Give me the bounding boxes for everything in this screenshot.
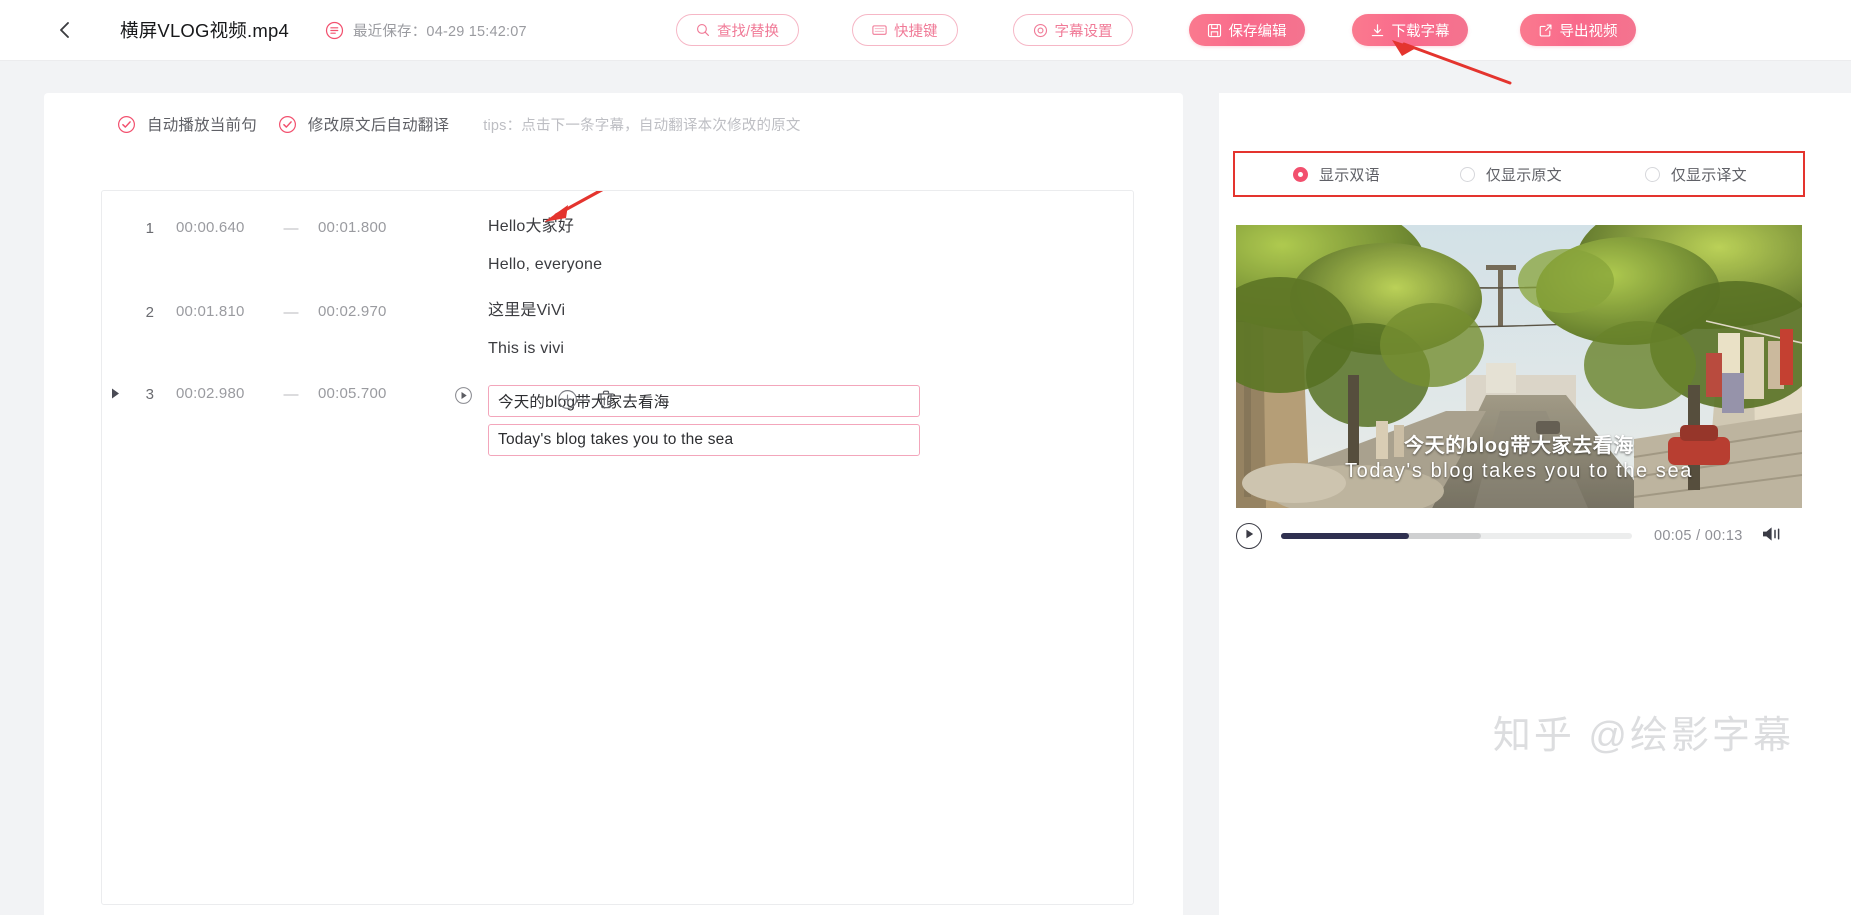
display-mode-translation-only[interactable]: 仅显示译文 <box>1644 164 1747 185</box>
download-subtitle-label: 下载字幕 <box>1391 23 1450 40</box>
player-progress-bar[interactable] <box>1281 533 1632 539</box>
video-preview[interactable]: 今天的blog带大家去看海 Today's blog takes you to … <box>1236 225 1802 508</box>
hotkeys-label: 快捷键 <box>894 23 938 40</box>
row-start-time[interactable]: 00:01.810 <box>154 303 264 320</box>
keyboard-icon <box>872 23 887 37</box>
option-autoplay-current[interactable]: 自动播放当前句 <box>117 113 257 135</box>
row-caret-placeholder <box>102 303 128 305</box>
row-index: 2 <box>145 304 154 321</box>
row-translation-text[interactable]: This is vivi <box>488 341 1133 357</box>
row-start-time[interactable]: 00:00.640 <box>154 219 264 236</box>
app-header: 横屏VLOG视频.mp4 最近保存：04-29 15:42:07 查找/替换 快… <box>0 0 1851 85</box>
radio-unselected-icon <box>1459 166 1475 182</box>
display-mode-bilingual-label: 显示双语 <box>1319 166 1380 184</box>
page-body: 自动播放当前句 修改原文后自动翻译 tips：点击下一条字幕，自动翻译本次修改的… <box>0 61 1851 915</box>
download-subtitle-button[interactable]: 下载字幕 <box>1351 14 1468 46</box>
translation-text-input[interactable]: Today's blog takes you to the sea <box>488 424 920 456</box>
editor-options-row: 自动播放当前句 修改原文后自动翻译 tips：点击下一条字幕，自动翻译本次修改的… <box>44 93 1183 155</box>
target-icon <box>1033 23 1048 38</box>
back-button[interactable] <box>48 13 82 47</box>
last-saved-info: 最近保存：04-29 15:42:07 <box>325 20 527 41</box>
save-edit-label: 保存编辑 <box>1228 23 1287 40</box>
row-end-time[interactable]: 00:01.800 <box>318 219 438 236</box>
table-row-active[interactable]: 3 00:02.980 — 00:05.700 今天的blog带大家去看海 To… <box>102 385 1133 456</box>
play-circle-icon <box>454 386 473 410</box>
download-icon <box>1370 23 1385 38</box>
trash-icon <box>596 389 616 415</box>
video-frame-image <box>1236 225 1802 508</box>
row-original-text[interactable]: 这里是ViVi <box>488 303 1133 319</box>
recent-save-icon <box>325 21 344 40</box>
row-edit-group: 今天的blog带大家去看海 Today's blog takes you to … <box>488 385 1133 456</box>
video-player-controls: 00:05 / 00:13 <box>1236 513 1802 559</box>
original-text-input[interactable]: 今天的blog带大家去看海 <box>488 385 920 417</box>
find-replace-label: 查找/替换 <box>717 23 780 40</box>
row-original-text[interactable]: Hello大家好 <box>488 219 1133 235</box>
display-mode-group: 显示双语 仅显示原文 仅显示译文 <box>1233 151 1805 197</box>
player-volume-button[interactable] <box>1761 525 1783 548</box>
row-play-placeholder <box>438 219 488 220</box>
search-icon <box>696 23 710 37</box>
row-start-time[interactable]: 00:02.980 <box>154 385 264 402</box>
volume-icon <box>1761 525 1783 548</box>
watermark: 知乎 @绘影字幕 <box>1492 715 1794 757</box>
subtitle-settings-button[interactable]: 字幕设置 <box>1012 14 1133 46</box>
check-circle-icon <box>278 115 297 134</box>
display-mode-translation-only-label: 仅显示译文 <box>1670 166 1747 184</box>
export-video-label: 导出视频 <box>1559 23 1618 40</box>
header-action-group: 查找/替换 快捷键 字幕设置 保存编辑 下载字幕 导出视频 <box>676 0 1636 60</box>
display-mode-bilingual[interactable]: 显示双语 <box>1293 164 1380 185</box>
file-title: 横屏VLOG视频.mp4 <box>120 20 289 41</box>
row-end-time[interactable]: 00:05.700 <box>318 385 438 402</box>
row-time-dash: — <box>283 220 299 237</box>
progress-played <box>1281 533 1410 539</box>
subtitle-list: 1 00:00.640 — 00:01.800 Hello大家好 Hello, … <box>101 190 1134 905</box>
tips-text: tips：点击下一条字幕，自动翻译本次修改的原文 <box>483 117 801 134</box>
row-text-group: 这里是ViVi This is vivi <box>488 303 1133 357</box>
delete-subtitle-button[interactable] <box>596 389 616 415</box>
option-auto-translate-label: 修改原文后自动翻译 <box>307 117 450 134</box>
row-text-group: Hello大家好 Hello, everyone <box>488 219 1133 273</box>
preview-panel: 显示双语 仅显示原文 仅显示译文 今天的blog带大家去看海 Today's b… <box>1219 93 1851 915</box>
row-time-dash: — <box>283 304 299 321</box>
plus-circle-icon <box>557 389 578 415</box>
export-icon <box>1538 23 1553 38</box>
player-play-button[interactable] <box>1236 523 1262 549</box>
last-saved-text: 最近保存：04-29 15:42:07 <box>352 23 527 40</box>
row-time-dash: — <box>283 386 299 403</box>
row-expand-toggle[interactable] <box>102 385 128 405</box>
export-video-button[interactable]: 导出视频 <box>1519 14 1636 46</box>
row-caret-placeholder <box>102 219 128 221</box>
display-mode-original-only-label: 仅显示原文 <box>1485 166 1562 184</box>
row-translation-text[interactable]: Hello, everyone <box>488 257 1133 273</box>
check-circle-icon <box>117 115 136 134</box>
chevron-left-icon <box>54 19 76 41</box>
option-auto-translate[interactable]: 修改原文后自动翻译 <box>278 113 449 135</box>
find-replace-button[interactable]: 查找/替换 <box>676 14 800 46</box>
row-play-button[interactable] <box>438 385 488 410</box>
row-index: 3 <box>145 386 154 403</box>
option-autoplay-label: 自动播放当前句 <box>147 117 257 134</box>
radio-unselected-icon <box>1644 166 1660 182</box>
table-row[interactable]: 1 00:00.640 — 00:01.800 Hello大家好 Hello, … <box>102 219 1133 273</box>
subtitle-settings-label: 字幕设置 <box>1054 23 1113 40</box>
display-mode-original-only[interactable]: 仅显示原文 <box>1459 164 1562 185</box>
row-end-time[interactable]: 00:02.970 <box>318 303 438 320</box>
row-play-placeholder <box>438 303 488 304</box>
radio-selected-icon <box>1293 166 1308 182</box>
row-action-group <box>557 389 616 415</box>
table-row[interactable]: 2 00:01.810 — 00:02.970 这里是ViVi This is … <box>102 303 1133 357</box>
subtitle-editor-panel: 自动播放当前句 修改原文后自动翻译 tips：点击下一条字幕，自动翻译本次修改的… <box>44 93 1183 915</box>
save-edit-button[interactable]: 保存编辑 <box>1188 14 1305 46</box>
caret-right-icon <box>110 387 121 405</box>
row-index: 1 <box>145 220 154 237</box>
play-icon <box>1244 527 1255 545</box>
hotkeys-button[interactable]: 快捷键 <box>852 14 958 46</box>
save-icon <box>1207 23 1222 38</box>
add-subtitle-button[interactable] <box>557 389 578 415</box>
player-time-display: 00:05 / 00:13 <box>1654 528 1743 544</box>
